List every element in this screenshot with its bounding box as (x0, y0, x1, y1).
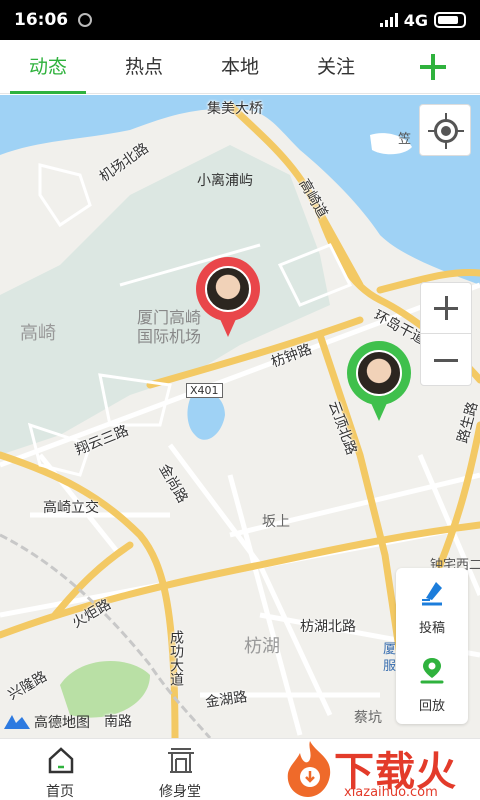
app-screen: 16:06 4G 动态 热点 本地 关注 集美大桥 机场北路 小离浦屿 高崎道 … (0, 0, 480, 800)
map-label-airport-2: 国际机场 (137, 327, 202, 346)
map-label-caikeng: 蔡坑 (354, 710, 382, 726)
map-provider-logo: 高德地图 (2, 712, 90, 732)
zoom-in-button[interactable] (421, 283, 471, 334)
nav-temple[interactable]: 修身堂 (140, 743, 220, 800)
tab-follow[interactable]: 关注 (288, 40, 384, 94)
playback-icon (420, 658, 444, 684)
map-label-x401: X401 (186, 383, 223, 398)
map-label-chenggong: 成功大道 (168, 630, 184, 686)
home-icon (48, 747, 74, 774)
zoom-control (420, 282, 472, 386)
flame-logo-icon (287, 741, 331, 797)
map-label-fanghu: 枋湖 (244, 636, 280, 657)
nav-temple-label: 修身堂 (159, 784, 201, 800)
map-label-fanghu-north: 枋湖北路 (300, 619, 356, 635)
post-icon (422, 582, 442, 606)
post-label: 投稿 (418, 621, 445, 636)
map-label-banshang: 坂上 (262, 514, 290, 530)
map-label-island: 笠 (398, 132, 412, 147)
temple-icon (168, 748, 194, 773)
hotspot-icon (78, 13, 93, 27)
add-icon[interactable] (418, 52, 448, 82)
locate-button[interactable] (419, 104, 471, 156)
avatar (356, 350, 402, 396)
tab-hot[interactable]: 热点 (96, 40, 192, 94)
map-label-nanlu: 南路 (104, 714, 132, 730)
user-pin-red[interactable] (196, 257, 260, 339)
watermark: 下载火 xiazaihuo.com (282, 739, 480, 800)
nav-home-label: 首页 (46, 784, 74, 800)
bottom-nav: 首页 修身堂 下载火 xiazaihuo.com (0, 738, 480, 800)
map-logo-text: 高德地图 (34, 715, 90, 731)
map-view[interactable]: 集美大桥 机场北路 小离浦屿 高崎道 高崎 厦门高崎 国际机场 环岛干道 枋钟路… (0, 95, 480, 738)
avatar (205, 266, 251, 312)
tab-dynamic[interactable]: 动态 (0, 40, 96, 94)
watermark-url: xiazaihuo.com (344, 785, 438, 800)
map-label-gaoqi-lijiao: 高崎立交 (43, 500, 99, 516)
playback-button[interactable]: 回放 (396, 646, 468, 724)
post-button[interactable]: 投稿 (396, 568, 468, 646)
network-type: 4G (403, 10, 428, 30)
amap-logo-icon (4, 715, 30, 729)
map-label-gov-2: 服 (383, 659, 397, 674)
map-label-jimei-bridge: 集美大桥 (207, 101, 263, 117)
zoom-out-button[interactable] (421, 335, 471, 386)
status-bar: 16:06 4G (0, 0, 480, 40)
top-tab-bar: 动态 热点 本地 关注 (0, 40, 480, 94)
battery-icon (434, 12, 466, 28)
map-label-xiaoli: 小离浦屿 (197, 173, 253, 189)
nav-home[interactable]: 首页 (20, 743, 100, 800)
tab-local[interactable]: 本地 (192, 40, 288, 94)
playback-label: 回放 (418, 699, 445, 714)
map-action-panel: 投稿 回放 (396, 568, 468, 724)
user-pin-green[interactable] (347, 341, 411, 423)
status-time: 16:06 (14, 10, 69, 30)
signal-icon (379, 13, 398, 27)
map-label-gaoqi: 高崎 (20, 323, 56, 344)
